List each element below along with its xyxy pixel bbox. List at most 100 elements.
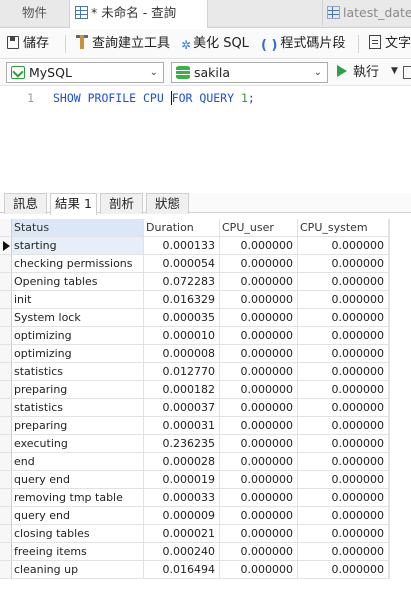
table-row[interactable]: Opening tables 0.072283 0.000000 0.000000 bbox=[0, 273, 411, 291]
cell-duration[interactable]: 0.012770 bbox=[144, 363, 220, 381]
cell-status[interactable]: query end bbox=[12, 471, 144, 489]
cell-duration[interactable]: 0.072283 bbox=[144, 273, 220, 291]
cell-cpu-user[interactable]: 0.000000 bbox=[220, 237, 298, 255]
cell-status[interactable]: freeing items bbox=[12, 543, 144, 561]
cell-cpu-system[interactable]: 0.000000 bbox=[298, 525, 389, 543]
row-indicator[interactable] bbox=[0, 381, 12, 399]
query-builder-button[interactable]: 查詢建立工具 bbox=[76, 34, 170, 54]
cell-cpu-system[interactable]: 0.000000 bbox=[298, 327, 389, 345]
cell-status[interactable]: preparing bbox=[12, 381, 144, 399]
table-row[interactable]: statistics 0.000037 0.000000 0.000000 bbox=[0, 399, 411, 417]
row-indicator[interactable] bbox=[0, 399, 12, 417]
cell-cpu-system[interactable]: 0.000000 bbox=[298, 453, 389, 471]
table-row[interactable]: freeing items 0.000240 0.000000 0.000000 bbox=[0, 543, 411, 561]
row-indicator[interactable] bbox=[0, 255, 12, 273]
tab-profile[interactable]: 剖析 bbox=[100, 193, 143, 214]
row-indicator[interactable] bbox=[0, 435, 12, 453]
table-row[interactable]: init 0.016329 0.000000 0.000000 bbox=[0, 291, 411, 309]
cell-status[interactable]: query end bbox=[12, 507, 144, 525]
cell-cpu-system[interactable]: 0.000000 bbox=[298, 309, 389, 327]
cell-cpu-user[interactable]: 0.000000 bbox=[220, 327, 298, 345]
table-row[interactable]: System lock 0.000035 0.000000 0.000000 bbox=[0, 309, 411, 327]
cell-status[interactable]: optimizing bbox=[12, 327, 144, 345]
cell-cpu-system[interactable]: 0.000000 bbox=[298, 471, 389, 489]
cell-cpu-system[interactable]: 0.000000 bbox=[298, 507, 389, 525]
table-row[interactable]: preparing 0.000182 0.000000 0.000000 bbox=[0, 381, 411, 399]
cell-status[interactable]: cleaning up bbox=[12, 561, 144, 579]
connection-select[interactable]: MySQL ⌄ bbox=[6, 62, 164, 83]
cell-duration[interactable]: 0.000133 bbox=[144, 237, 220, 255]
code-snippet-button[interactable]: ( ) 程式碼片段 bbox=[261, 34, 345, 54]
column-header-duration[interactable]: Duration bbox=[144, 219, 220, 237]
cell-status[interactable]: statistics bbox=[12, 399, 144, 417]
table-row[interactable]: end 0.000028 0.000000 0.000000 bbox=[0, 453, 411, 471]
sql-editor[interactable]: 1 SHOW PROFILE CPU FOR QUERY 1; bbox=[0, 87, 411, 187]
column-header-cpu-system[interactable]: CPU_system bbox=[298, 219, 389, 237]
cell-duration[interactable]: 0.000033 bbox=[144, 489, 220, 507]
cell-duration[interactable]: 0.000035 bbox=[144, 309, 220, 327]
cell-status[interactable]: checking permissions bbox=[12, 255, 144, 273]
cell-status[interactable]: removing tmp table bbox=[12, 489, 144, 507]
row-indicator[interactable] bbox=[0, 363, 12, 381]
row-indicator[interactable] bbox=[0, 417, 12, 435]
cell-cpu-user[interactable]: 0.000000 bbox=[220, 255, 298, 273]
beautify-sql-button[interactable]: ✲ 美化 SQL bbox=[181, 34, 249, 54]
cell-cpu-user[interactable]: 0.000000 bbox=[220, 291, 298, 309]
cell-cpu-system[interactable]: 0.000000 bbox=[298, 561, 389, 579]
row-indicator[interactable] bbox=[0, 507, 12, 525]
cell-cpu-system[interactable]: 0.000000 bbox=[298, 417, 389, 435]
save-button[interactable]: 儲存 bbox=[7, 34, 49, 54]
cell-status[interactable]: preparing bbox=[12, 417, 144, 435]
cell-status[interactable]: end bbox=[12, 453, 144, 471]
database-select[interactable]: sakila ⌄ bbox=[171, 62, 328, 83]
cell-status[interactable]: starting bbox=[12, 237, 144, 255]
cell-cpu-user[interactable]: 0.000000 bbox=[220, 543, 298, 561]
cell-status[interactable]: closing tables bbox=[12, 525, 144, 543]
cell-cpu-system[interactable]: 0.000000 bbox=[298, 435, 389, 453]
row-indicator[interactable] bbox=[0, 489, 12, 507]
cell-duration[interactable]: 0.000009 bbox=[144, 507, 220, 525]
row-indicator[interactable] bbox=[0, 327, 12, 345]
table-row[interactable]: query end 0.000019 0.000000 0.000000 bbox=[0, 471, 411, 489]
run-button[interactable]: 執行 bbox=[337, 63, 379, 83]
table-row[interactable]: cleaning up 0.016494 0.000000 0.000000 bbox=[0, 561, 411, 579]
table-row[interactable]: starting 0.000133 0.000000 0.000000 bbox=[0, 237, 411, 255]
table-row[interactable]: preparing 0.000031 0.000000 0.000000 bbox=[0, 417, 411, 435]
cell-duration[interactable]: 0.016494 bbox=[144, 561, 220, 579]
cell-cpu-system[interactable]: 0.000000 bbox=[298, 273, 389, 291]
tab-objects[interactable]: 物件 bbox=[0, 0, 70, 28]
cell-cpu-system[interactable]: 0.000000 bbox=[298, 399, 389, 417]
cell-cpu-user[interactable]: 0.000000 bbox=[220, 381, 298, 399]
cell-cpu-system[interactable]: 0.000000 bbox=[298, 489, 389, 507]
row-indicator[interactable] bbox=[0, 273, 12, 291]
row-indicator[interactable] bbox=[0, 291, 12, 309]
cell-cpu-user[interactable]: 0.000000 bbox=[220, 399, 298, 417]
table-row[interactable]: statistics 0.012770 0.000000 0.000000 bbox=[0, 363, 411, 381]
cell-cpu-system[interactable]: 0.000000 bbox=[298, 363, 389, 381]
column-header-status[interactable]: Status bbox=[12, 219, 144, 237]
cell-duration[interactable]: 0.000182 bbox=[144, 381, 220, 399]
row-indicator[interactable] bbox=[0, 561, 12, 579]
cell-cpu-user[interactable]: 0.000000 bbox=[220, 273, 298, 291]
cell-duration[interactable]: 0.000008 bbox=[144, 345, 220, 363]
cell-cpu-user[interactable]: 0.000000 bbox=[220, 309, 298, 327]
sql-code-line[interactable]: SHOW PROFILE CPU FOR QUERY 1; bbox=[53, 91, 255, 105]
cell-status[interactable]: init bbox=[12, 291, 144, 309]
cell-duration[interactable]: 0.000240 bbox=[144, 543, 220, 561]
tab-untitled-query[interactable]: * 未命名 - 查詢 bbox=[70, 0, 208, 28]
cell-status[interactable]: Opening tables bbox=[12, 273, 144, 291]
table-row[interactable]: optimizing 0.000008 0.000000 0.000000 bbox=[0, 345, 411, 363]
tab-result-1[interactable]: 結果 1 bbox=[50, 193, 97, 215]
tab-messages[interactable]: 訊息 bbox=[4, 193, 47, 214]
table-row[interactable]: removing tmp table 0.000033 0.000000 0.0000… bbox=[0, 489, 411, 507]
cell-cpu-system[interactable]: 0.000000 bbox=[298, 291, 389, 309]
column-header-cpu-user[interactable]: CPU_user bbox=[220, 219, 298, 237]
cell-status[interactable]: statistics bbox=[12, 363, 144, 381]
cell-duration[interactable]: 0.000028 bbox=[144, 453, 220, 471]
cell-cpu-user[interactable]: 0.000000 bbox=[220, 453, 298, 471]
cell-cpu-user[interactable]: 0.000000 bbox=[220, 561, 298, 579]
tab-status[interactable]: 狀態 bbox=[146, 193, 189, 214]
cell-cpu-system[interactable]: 0.000000 bbox=[298, 237, 389, 255]
cell-cpu-user[interactable]: 0.000000 bbox=[220, 363, 298, 381]
cell-duration[interactable]: 0.000010 bbox=[144, 327, 220, 345]
